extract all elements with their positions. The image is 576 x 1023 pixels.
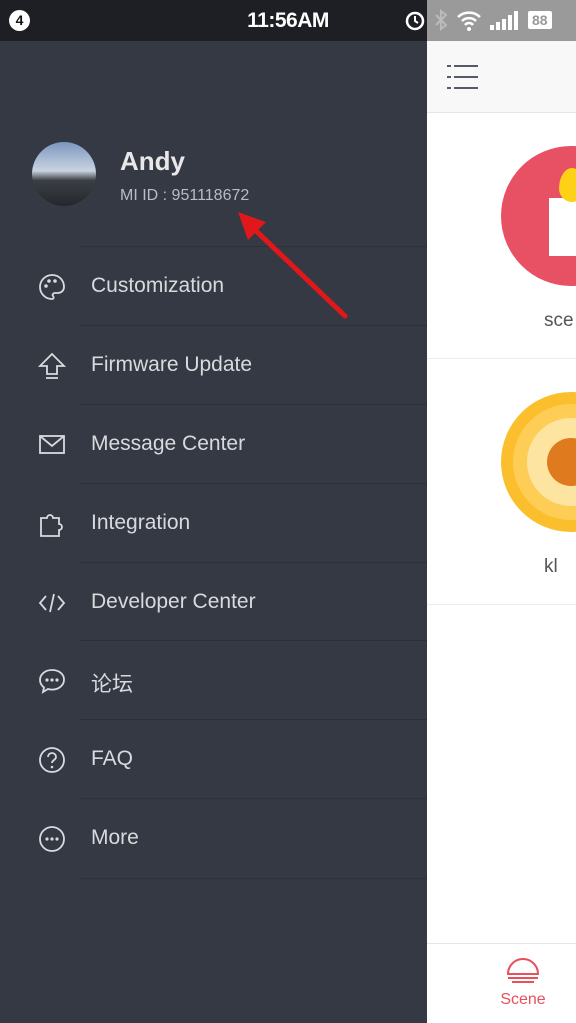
menu-label: Integration: [91, 511, 191, 534]
divider: [80, 246, 427, 247]
sunset-icon: [506, 958, 540, 983]
menu-item-message-center[interactable]: Message Center: [0, 404, 427, 484]
tab-scene-label: Scene: [500, 991, 546, 1008]
chat-bubble-icon: [39, 669, 65, 694]
menu-item-firmware-update[interactable]: Firmware Update: [0, 325, 427, 405]
menu-item-integration[interactable]: Integration: [0, 483, 427, 563]
main-content: sce kl Scene: [427, 41, 576, 1023]
menu-item-customization[interactable]: Customization: [0, 246, 427, 326]
status-bar: 4 11:56AM 88: [0, 0, 576, 41]
menu-label: Developer Center: [91, 590, 256, 613]
bluetooth-icon: [435, 9, 448, 31]
menu-label: Customization: [91, 274, 225, 297]
menu-label: Firmware Update: [91, 353, 253, 376]
navigation-drawer: Andy MI ID : 951118672 Customization Fir…: [0, 41, 427, 1023]
mi-id: MI ID : 951118672: [120, 187, 250, 204]
sun-icon: [501, 392, 576, 532]
battery-level: 88: [528, 11, 552, 29]
top-bar: [427, 41, 576, 113]
upload-arrow-icon: [38, 352, 66, 379]
puzzle-icon: [40, 514, 63, 537]
scene-card[interactable]: kl: [427, 359, 576, 605]
menu-label: More: [91, 826, 139, 849]
divider: [80, 798, 427, 799]
more-dots-icon: [39, 826, 65, 852]
palette-icon: [39, 274, 65, 300]
divider: [80, 483, 427, 484]
menu-item-developer-center[interactable]: Developer Center: [0, 562, 427, 642]
scene-label: kl: [544, 556, 558, 577]
scene-label: sce: [544, 310, 574, 331]
signal-icon: [490, 11, 518, 30]
menu-label: Message Center: [91, 432, 246, 455]
tab-scene[interactable]: Scene: [499, 954, 547, 1009]
wifi-icon: [457, 11, 481, 31]
avatar[interactable]: [32, 142, 96, 206]
divider: [80, 640, 427, 641]
menu-item-forum[interactable]: 论坛: [0, 640, 427, 720]
divider: [80, 878, 427, 879]
user-name: Andy: [120, 146, 185, 176]
menu-label: 论坛: [91, 673, 133, 696]
divider: [80, 325, 427, 326]
bottom-nav: Scene: [427, 943, 576, 1023]
menu-label: FAQ: [91, 747, 134, 770]
menu-list-icon[interactable]: [447, 63, 479, 91]
menu-item-more[interactable]: More: [0, 798, 427, 879]
question-icon: [39, 747, 65, 773]
scene-card[interactable]: sce: [427, 113, 576, 359]
candle-icon: [501, 146, 576, 286]
divider: [80, 562, 427, 563]
code-icon: [38, 593, 66, 613]
alarm-icon: [405, 11, 425, 31]
divider: [80, 404, 427, 405]
menu-item-faq[interactable]: FAQ: [0, 719, 427, 799]
divider: [80, 719, 427, 720]
envelope-icon: [39, 435, 65, 454]
